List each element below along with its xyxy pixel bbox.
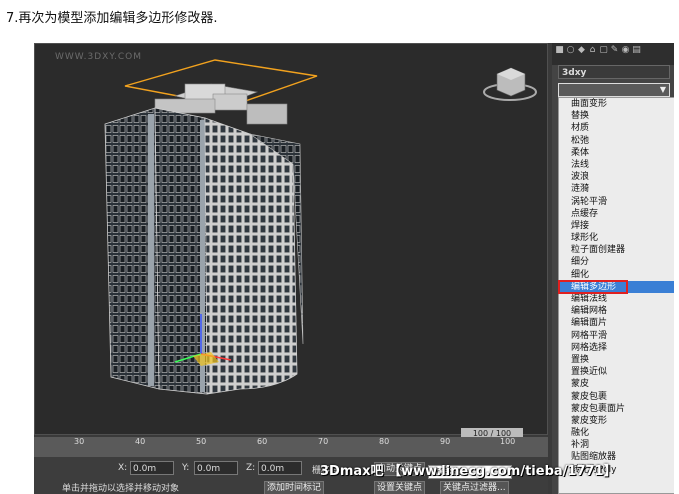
modifier-item[interactable]: 点缓存 [559,208,674,220]
z-coordinate-field[interactable]: 0.0m [258,461,302,475]
building-model[interactable] [35,44,549,436]
modifier-item[interactable]: 融化 [559,427,674,439]
time-tick: 30 [74,437,85,446]
key-filters-button[interactable]: 关键点过滤器... [440,481,509,494]
time-tick: 70 [318,437,329,446]
watermark-url: 【www.linecg.com/tieba/1771】 [388,464,617,479]
time-tick: 90 [440,437,451,446]
modifier-item[interactable]: 粒子面创建器 [559,244,674,256]
command-panel: ■ ○ ◆ ⌂ ▢ ✎ ◉ ▤ 3dxy ▼ 曲面变形 替换 材质 松弛 柔体 法线 波浪 涟… [552,43,674,494]
modifier-item[interactable]: 细分 [559,256,674,268]
modifier-item[interactable]: 蒙皮包裹面片 [559,403,674,415]
display-tab-icon[interactable]: ▢ [598,45,609,55]
modifier-item[interactable]: 柔体 [559,147,674,159]
modifier-list[interactable]: 曲面变形 替换 材质 松弛 柔体 法线 波浪 涟漪 涡轮平滑 点缓存 焊接 球形… [558,97,674,494]
time-tick: 50 [196,437,207,446]
motion-tab-icon[interactable]: ⌂ [587,45,598,55]
x-coordinate-field[interactable]: 0.0m [130,461,174,475]
z-label: Z: [246,463,256,473]
watermark-brand: 3Dmax吧 [320,464,384,479]
time-tick: 40 [135,437,146,446]
modifier-item[interactable]: 置换近似 [559,366,674,378]
modifier-item-edit-poly[interactable]: 编辑多边形 [558,279,628,295]
modifier-item[interactable]: 网格选择 [559,342,674,354]
time-tick: 80 [379,437,390,446]
time-tick: 100 [500,437,516,446]
perspective-viewport[interactable]: WWW.3DXY.COM 100 / 100 [34,43,549,440]
modifier-list-dropdown[interactable]: ▼ [558,83,670,97]
3dsmax-window: WWW.3DXY.COM 100 / 100 ■ ○ ◆ ⌂ ▢ ✎ ◉ ▤ 3… [34,43,674,494]
modifier-item[interactable]: 蒙皮变形 [559,415,674,427]
y-coordinate-field[interactable]: 0.0m [194,461,238,475]
overlay-watermark: 3Dmax吧 【www.linecg.com/tieba/1771】 [320,460,617,479]
modifier-item[interactable]: 替换 [559,110,674,122]
modifier-item[interactable]: 材质 [559,122,674,134]
object-name-field[interactable]: 3dxy [558,65,670,79]
create-tab-icon[interactable]: ■ [554,45,565,55]
time-ruler[interactable]: 30 40 50 60 70 80 90 100 [34,437,548,457]
menu-icon[interactable]: ▤ [631,45,642,55]
tutorial-caption: 7.再次为模型添加编辑多边形修改器. [6,11,218,26]
modifier-item[interactable]: 网格平滑 [559,330,674,342]
modifier-item[interactable]: 蒙皮 [559,378,674,390]
x-label: X: [118,463,128,473]
modifier-item[interactable]: 波浪 [559,171,674,183]
add-time-tag-button[interactable]: 添加时间标记 [264,481,325,494]
set-key-button[interactable]: 设置关键点 [374,481,426,494]
timeline[interactable]: 30 40 50 60 70 80 90 100 [34,437,548,457]
y-label: Y: [182,463,190,473]
modifier-item[interactable]: 细化 [559,269,674,281]
modifier-item[interactable]: 球形化 [559,232,674,244]
command-panel-tabs: ■ ○ ◆ ⌂ ▢ ✎ ◉ ▤ [552,43,674,65]
modifier-item[interactable]: 法线 [559,159,674,171]
modify-tab-icon[interactable]: ○ [565,45,576,55]
camera-icon[interactable]: ◉ [620,45,631,55]
modifier-item[interactable]: 补洞 [559,439,674,451]
prompt-line: 单击并拖动以选择并移动对象 [62,484,180,494]
modifier-item[interactable]: 蒙皮包裹 [559,391,674,403]
modifier-item[interactable]: 松弛 [559,135,674,147]
modifier-item[interactable]: 涟漪 [559,183,674,195]
modifier-item[interactable]: 涡轮平滑 [559,196,674,208]
modifier-item[interactable]: 置换 [559,354,674,366]
time-tick: 60 [257,437,268,446]
modifier-item[interactable]: 焊接 [559,220,674,232]
modifier-item[interactable]: 曲面变形 [559,98,674,110]
modifier-item[interactable]: 编辑法线 [559,293,674,305]
chevron-down-icon[interactable]: ▼ [658,84,668,96]
utilities-tab-icon[interactable]: ✎ [609,45,620,55]
modifier-item[interactable]: 编辑网格 [559,305,674,317]
modifier-item[interactable]: 编辑面片 [559,317,674,329]
hierarchy-tab-icon[interactable]: ◆ [576,45,587,55]
modifier-item-selected-row[interactable]: 编辑多边形 [558,279,674,295]
